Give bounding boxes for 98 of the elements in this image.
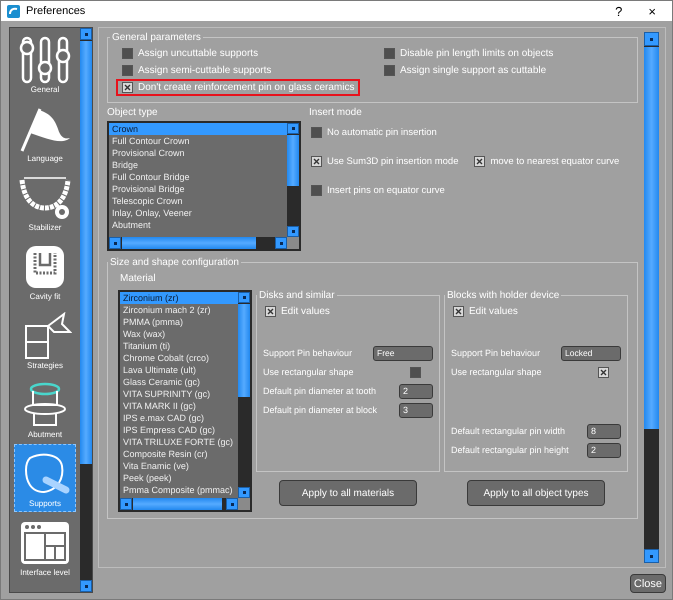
list-item[interactable]: Provisional Bridge [109, 183, 287, 195]
checkbox[interactable] [384, 65, 395, 76]
field-label: Use rectangular shape [451, 367, 542, 377]
list-item[interactable]: Full Contour Crown [109, 135, 287, 147]
checkbox[interactable] [311, 185, 322, 196]
checkbox[interactable] [311, 156, 322, 167]
help-button[interactable]: ? [605, 4, 632, 18]
list-item[interactable]: Wax (wax) [120, 328, 238, 340]
checkbox[interactable] [410, 366, 421, 378]
group-title: Disks and similar [258, 290, 336, 301]
input-field[interactable]: 3 [399, 402, 433, 418]
sidebar-scrollbar[interactable] [80, 28, 92, 592]
field-label: Default rectangular pin height [451, 445, 569, 455]
list-item[interactable]: Composite Resin (cr) [120, 448, 238, 460]
checkbox[interactable] [598, 366, 609, 378]
list-item[interactable]: Abutment [109, 219, 287, 231]
sidebar-item[interactable]: Strategies [14, 306, 76, 374]
list-item[interactable]: IPS e.max CAD (gc) [120, 412, 238, 424]
apply-button[interactable]: Apply to all materials [279, 480, 417, 506]
list-item[interactable]: Vita Enamic (ve) [120, 460, 238, 472]
checkbox[interactable] [453, 306, 464, 317]
list-item[interactable]: VITA TRILUXE FORTE (gc) [120, 436, 238, 448]
vertical-scrollbar[interactable] [287, 123, 299, 237]
checkbox-option[interactable]: No automatic pin insertion [305, 124, 443, 141]
list-item[interactable]: Peek (peek) [120, 472, 238, 484]
input-field[interactable]: 2 [587, 442, 621, 458]
sidebar-item[interactable]: Stabilizer [14, 168, 76, 236]
close-dialog-button[interactable]: Close [630, 574, 666, 593]
insert-mode-label: Insert mode [309, 107, 363, 118]
input-field[interactable]: 2 [399, 384, 433, 398]
main-scrollbar[interactable] [644, 32, 659, 563]
sidebar-item[interactable]: Supports [14, 444, 76, 512]
sidebar-item[interactable]: Abutment [14, 375, 76, 443]
vertical-scrollbar[interactable] [238, 292, 250, 498]
list-item[interactable]: VITA SUPRINITY (gc) [120, 388, 238, 400]
sidebar-item[interactable]: Cavity fit [14, 237, 76, 305]
material-label: Material [120, 273, 156, 284]
field-label: Default rectangular pin width [451, 426, 566, 436]
list-item[interactable]: Pmma Composite (pmmac) [120, 484, 238, 496]
list-item[interactable]: VITA MARK II (gc) [120, 400, 238, 412]
horizontal-scrollbar[interactable] [109, 237, 287, 249]
checkbox[interactable] [122, 48, 133, 59]
list-item[interactable]: Glass Ceramic (gc) [120, 376, 238, 388]
material-list[interactable] [118, 290, 252, 512]
dropdown[interactable]: Locked [561, 346, 621, 360]
list-item[interactable]: PMMA (pmma) [120, 316, 238, 328]
field-label: Support Pin behaviour [451, 348, 540, 358]
list-item[interactable]: Telescopic Crown [109, 195, 287, 207]
field-label: Default pin diameter at block [263, 405, 378, 415]
checkbox-option[interactable]: Edit values [259, 303, 336, 320]
list-item[interactable]: Inlay, Onlay, Veener [109, 207, 287, 219]
field-label: Support Pin behaviour [263, 348, 352, 358]
window-title: Preferences [26, 5, 86, 17]
sidebar-item[interactable]: Language [14, 99, 76, 167]
list-item[interactable]: Lava Ultimate (ult) [120, 364, 238, 376]
dropdown[interactable]: Free [373, 346, 433, 360]
list-item[interactable]: Provisional Crown [109, 147, 287, 159]
checkbox[interactable] [384, 48, 395, 59]
sliders-icon [18, 36, 72, 84]
object-type-label: Object type [107, 107, 159, 118]
checkbox[interactable] [265, 306, 276, 317]
list-item[interactable]: Zirconium (zr) [120, 292, 238, 304]
sidebar-item[interactable]: General [14, 30, 76, 98]
list-item[interactable]: Chrome Cobalt (crco) [120, 352, 238, 364]
list-item[interactable]: Crown [109, 123, 287, 135]
group-title: General parameters [111, 32, 202, 43]
field-label: Default pin diameter at tooth [263, 386, 376, 396]
scrollbar-corner [287, 237, 299, 249]
app-icon [7, 4, 20, 18]
checkbox-option[interactable]: Edit values [447, 303, 524, 320]
window-icon [18, 519, 72, 567]
scrollbar-corner [238, 498, 250, 510]
checkbox-option[interactable]: Disable pin length limits on objects [378, 45, 560, 62]
checkbox-option[interactable]: Don't create reinforcement pin on glass ceramics [116, 79, 360, 96]
group-title: Size and shape configuration [109, 257, 240, 268]
list-item[interactable]: Full Contour Bridge [109, 171, 287, 183]
checkbox[interactable] [122, 82, 133, 93]
close-button[interactable]: × [638, 4, 666, 18]
object-type-list[interactable]: Crown Full Contour Crown Provisional Crown Bridge Full Contour Bridge Provisional Bridge Telescopic Crown Inlay, Onlay, Veener Abutment [107, 121, 301, 251]
apply-button[interactable]: Apply to all object types [467, 480, 605, 506]
list-item[interactable]: Bridge [109, 159, 287, 171]
checkbox-option[interactable]: Assign semi-cuttable supports [116, 62, 278, 79]
horizontal-scrollbar[interactable] [120, 498, 238, 510]
checkbox[interactable] [122, 65, 133, 76]
group-title: Blocks with holder device [446, 290, 560, 301]
checkbox[interactable] [474, 156, 486, 167]
sidebar-item[interactable]: Interface level [14, 513, 76, 581]
checkbox[interactable] [311, 127, 322, 138]
checkbox-option[interactable]: move to nearest equator curve [468, 153, 626, 170]
list-item[interactable]: Zirconium mach 2 (zr) [120, 304, 238, 316]
checkbox-option[interactable]: Assign uncuttable supports [116, 45, 264, 62]
checkbox-option[interactable]: Insert pins on equator curve [305, 182, 451, 199]
checkbox-option[interactable]: Assign single support as cuttable [378, 62, 552, 79]
input-field[interactable]: 8 [587, 424, 621, 438]
list-item[interactable]: IPS Empress CAD (gc) [120, 424, 238, 436]
list-item[interactable]: Titanium (ti) [120, 340, 238, 352]
field-label: Use rectangular shape [263, 367, 354, 377]
checkbox-option[interactable]: Use Sum3D pin insertion mode [305, 153, 464, 170]
